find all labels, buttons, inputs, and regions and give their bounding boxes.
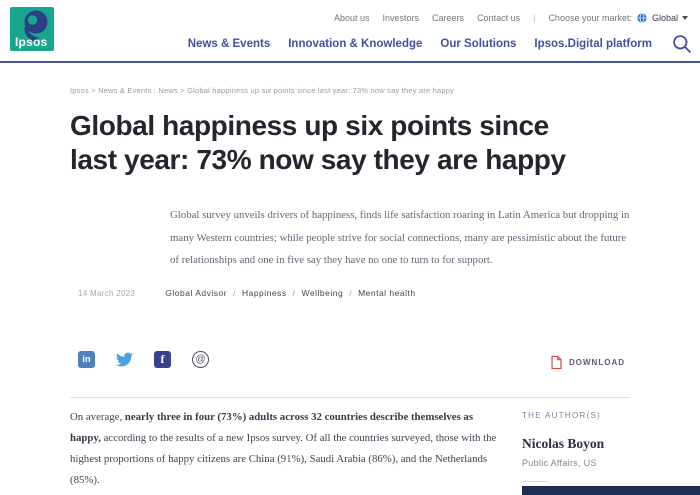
ipsos-logo-text: Ipsos [15,35,47,49]
tag-separator: / [233,288,236,298]
tag-separator: / [293,288,296,298]
author-name-link[interactable]: Nicolas Boyon [522,436,682,452]
site-header: Ipsos About us Investors Careers Contact… [0,0,700,63]
tag-separator: / [349,288,352,298]
twitter-share-button[interactable] [116,351,133,368]
search-button[interactable] [672,34,692,54]
main-nav: News & Events Innovation & Knowledge Our… [188,34,692,54]
utility-nav: About us Investors Careers Contact us | … [334,13,688,23]
page-title-line1: Global happiness up six points since [70,109,670,143]
nav-investors[interactable]: Investors [383,13,420,23]
pdf-document-icon [550,355,563,370]
ipsos-article-page: Ipsos About us Investors Careers Contact… [0,0,700,495]
market-selector[interactable]: Global [652,13,688,23]
nav-about-us[interactable]: About us [334,13,370,23]
download-label: DOWNLOAD [569,358,625,367]
market-selected-value: Global [652,13,678,23]
ipsos-logo[interactable]: Ipsos [10,7,54,51]
article-meta: 14 March 2023 Global Advisor / Happiness… [78,288,416,298]
publish-date: 14 March 2023 [78,289,135,298]
body-rest: according to the results of a new Ipsos … [70,432,496,486]
page-title: Global happiness up six points since las… [70,109,670,177]
nav-careers[interactable]: Careers [432,13,464,23]
content-divider [70,397,630,398]
tag-happiness[interactable]: Happiness [242,288,287,298]
facebook-icon: f [161,352,165,367]
tag-wellbeing[interactable]: Wellbeing [302,288,344,298]
nav-our-solutions[interactable]: Our Solutions [440,38,516,50]
utility-nav-separator: | [533,13,535,23]
tag-list: Global Advisor / Happiness / Wellbeing /… [165,288,415,298]
author-sidebar: THE AUTHOR(S) Nicolas Boyon Public Affai… [522,411,682,482]
tag-mental-health[interactable]: Mental health [358,288,416,298]
article-body-paragraph: On average, nearly three in four (73%) a… [70,407,500,491]
authors-heading: THE AUTHOR(S) [522,411,682,420]
download-button[interactable]: DOWNLOAD [550,355,625,370]
sidebar-divider [522,481,548,482]
breadcrumb[interactable]: Ipsos > News & Events : News > Global ha… [70,86,454,95]
email-at-icon: @ [195,354,205,365]
chevron-down-icon [682,16,688,20]
nav-contact-us[interactable]: Contact us [477,13,520,23]
facebook-share-button[interactable]: f [154,351,171,368]
body-lead-plain: On average, [70,411,125,423]
nav-ipsos-digital[interactable]: Ipsos.Digital platform [534,38,652,50]
page-title-line2: last year: 73% now say they are happy [70,143,670,177]
email-share-button[interactable]: @ [192,351,209,368]
author-role: Public Affairs, US [522,458,682,468]
share-buttons: in f @ [78,351,209,368]
nav-news-events[interactable]: News & Events [188,38,270,50]
market-label: Choose your market: [548,13,632,23]
twitter-bird-icon [116,351,133,368]
article-intro: Global survey unveils drivers of happine… [170,204,632,272]
search-icon [672,34,692,54]
linkedin-icon: in [82,354,90,365]
tag-global-advisor[interactable]: Global Advisor [165,288,227,298]
bottom-navy-bar [522,486,700,495]
globe-icon [637,13,647,23]
market-chooser: Choose your market: Global [548,13,688,23]
linkedin-share-button[interactable]: in [78,351,95,368]
nav-innovation-knowledge[interactable]: Innovation & Knowledge [288,38,422,50]
